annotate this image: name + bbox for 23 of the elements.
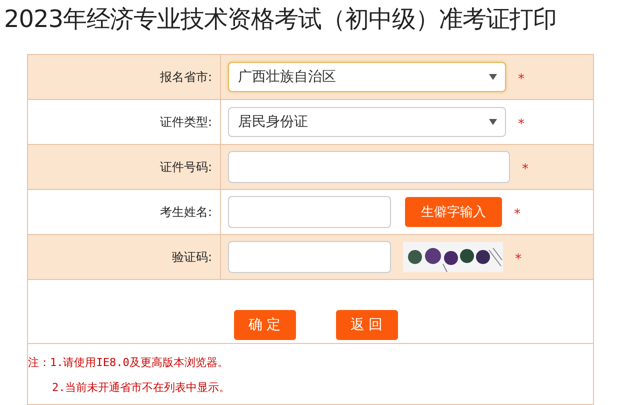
field-label: 证件类型:	[160, 114, 212, 130]
input-field[interactable]	[228, 241, 391, 273]
dropdown[interactable]: 居民身份证	[228, 107, 506, 137]
action-button[interactable]: 返 回	[336, 310, 398, 340]
field-label: 报名省市:	[160, 68, 212, 86]
field-label: 考生姓名:	[160, 204, 212, 220]
action-button[interactable]: 确 定	[234, 310, 296, 340]
caret-icon	[489, 74, 497, 80]
caret-icon	[489, 119, 497, 125]
rare-character-button[interactable]: 生僻字输入	[405, 197, 502, 227]
field-label: 证件号码:	[160, 158, 212, 176]
input-field[interactable]	[228, 151, 510, 183]
field-label: 验证码:	[172, 248, 212, 266]
required-mark: *	[518, 70, 524, 86]
required-mark: *	[515, 250, 522, 266]
note-text: 2.当前未开通省市不在列表中显示。	[51, 380, 232, 396]
page-title: 2023年经济专业技术资格考试（初中级）准考证打印	[3, 4, 558, 35]
required-mark: *	[514, 206, 520, 222]
note-text: 注：1.请使用IE8.0及更高版本浏览器。	[28, 355, 230, 371]
required-mark: *	[522, 160, 528, 176]
dropdown[interactable]: 广西壮族自治区	[228, 62, 506, 92]
required-mark: *	[518, 116, 524, 132]
input-field[interactable]	[228, 196, 391, 228]
